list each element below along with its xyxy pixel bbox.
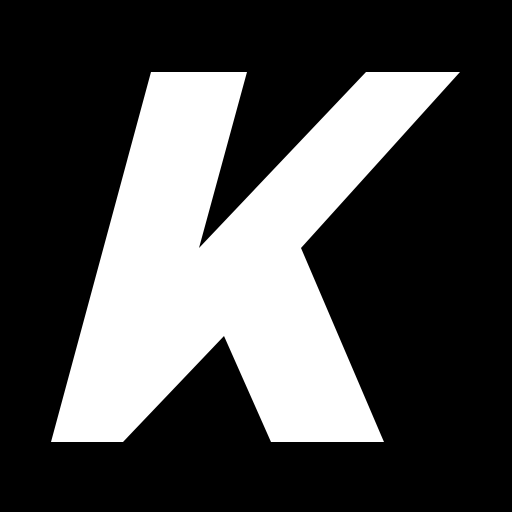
k-logo-icon: K <box>0 0 512 512</box>
k-logo-tile: K <box>0 0 512 512</box>
